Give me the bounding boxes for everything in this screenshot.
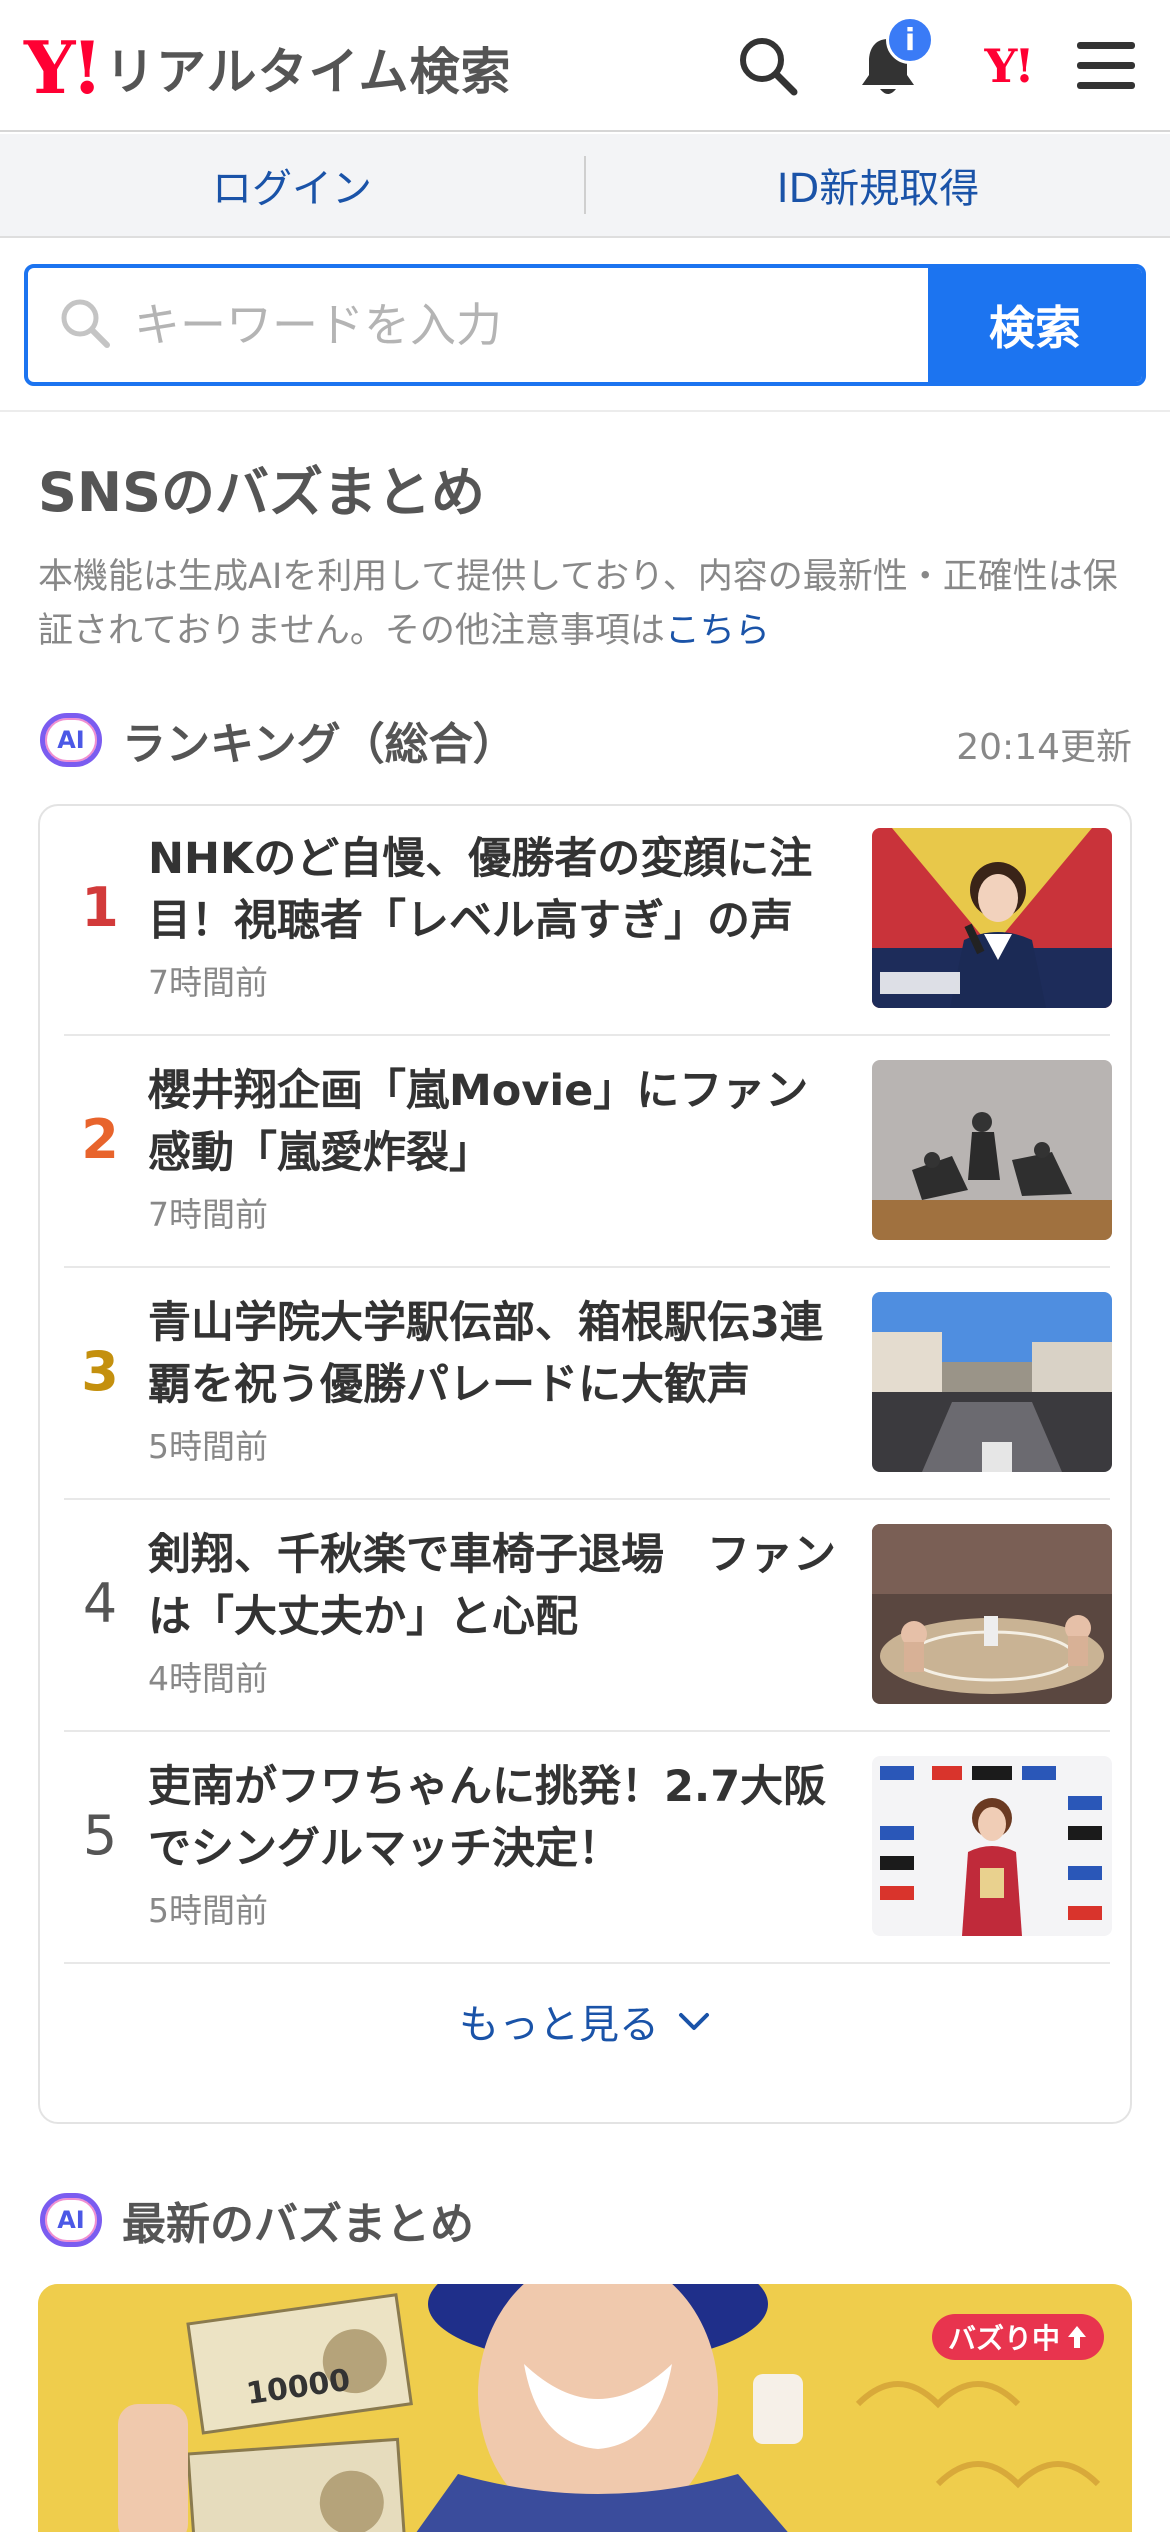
search-button[interactable]: 検索 [928,268,1142,382]
notification-badge: i [886,16,934,64]
ranking-thumbnail [872,1292,1112,1472]
ranking-thumbnail [872,1756,1112,1936]
search-form: 検索 [24,264,1146,386]
ranking-item-time: 5時間前 [148,1891,268,1930]
arrow-up-icon [1066,2324,1088,2350]
ranking-title: ランキング（総合） [122,719,517,770]
yahoo-mini-logo: Y! [984,39,1034,93]
buzz-badge: バズり中 [931,2314,1104,2360]
rank-number: 3 [81,1340,119,1403]
chevron-down-icon [677,2009,711,2033]
yahoo-realtime-logo[interactable]: Y! リアルタイム検索 [24,28,512,108]
search-input[interactable] [134,298,928,352]
ranking-item-2[interactable]: 2 櫻井翔企画「嵐Movie」にファン感動「嵐愛炸裂」 7時間前 [64,1038,1112,1268]
search-field-wrap [28,268,928,382]
ranking-item-title: 剣翔、千秋楽で車椅子退場 ファンは「大丈夫か」と心配 [148,1530,836,1642]
rank-number: 5 [82,1804,118,1867]
ranking-item-title: NHKのど自慢、優勝者の変顔に注目！視聴者「レベル高すぎ」の声 [148,834,813,946]
ranking-thumbnail [872,828,1112,1008]
app-header: Y! リアルタイム検索 i Y! [0,0,1170,132]
ranking-item-time: 5時間前 [148,1427,268,1466]
ranking-thumbnail [872,1524,1112,1704]
notice-link[interactable]: こちら [665,611,770,651]
hamburger-menu-icon[interactable] [1070,30,1142,102]
notification-bell-icon[interactable]: i [852,16,934,102]
register-link[interactable]: ID新規取得 [586,134,1170,236]
login-link[interactable]: ログイン [0,134,584,236]
login-bar: ログイン ID新規取得 [0,134,1170,238]
ranking-item-1[interactable]: 1 NHKのど自慢、優勝者の変顔に注目！視聴者「レベル高すぎ」の声 7時間前 [64,806,1112,1036]
rank-number: 2 [81,1108,119,1171]
ranking-item-3[interactable]: 3 青山学院大学駅伝部、箱根駅伝3連覇を祝う優勝パレードに大歓声 5時間前 [64,1270,1112,1500]
ranking-thumbnail [872,1060,1112,1240]
rank-number: 1 [81,876,119,939]
rank-number: 4 [82,1572,118,1635]
latest-title: 最新のバズまとめ [122,2199,474,2250]
more-label: もっと見る [459,2002,659,2048]
ai-badge-icon: AI [40,713,102,767]
ranking-item-title: 吏南がフワちゃんに挑発！2.7大阪でシングルマッチ決定！ [148,1762,827,1874]
buzz-badge-label: バズり中 [947,2322,1060,2355]
ranking-item-time: 4時間前 [148,1659,268,1698]
ranking-item-4[interactable]: 4 剣翔、千秋楽で車椅子退場 ファンは「大丈夫か」と心配 4時間前 [64,1502,1112,1732]
updated-time: 20:14更新 [956,727,1132,768]
ai-notice: 本機能は生成AIを利用して提供しており、内容の最新性・正確性は保証されておりませ… [38,550,1138,658]
search-field-icon [58,296,112,354]
ranking-header: AI ランキング（総合） [40,710,517,770]
divider [0,410,1170,412]
yahoo-logo-mark: Y! [24,25,103,110]
yahoo-home-icon[interactable]: Y! [966,30,1050,102]
ranking-item-time: 7時間前 [148,963,268,1002]
ai-badge-icon: AI [40,2193,102,2247]
search-icon[interactable] [732,30,804,102]
section-title: SNSのバズまとめ [38,461,485,524]
ranking-item-title: 櫻井翔企画「嵐Movie」にファン感動「嵐愛炸裂」 [148,1066,809,1178]
ranking-item-title: 青山学院大学駅伝部、箱根駅伝3連覇を祝う優勝パレードに大歓声 [148,1298,823,1410]
logo-title: リアルタイム検索 [105,43,512,101]
ai-notice-text: 本機能は生成AIを利用して提供しており、内容の最新性・正確性は保証されておりませ… [38,557,1118,651]
ranking-card: 1 NHKのど自慢、優勝者の変顔に注目！視聴者「レベル高すぎ」の声 7時間前 2… [38,804,1132,2124]
ranking-item-time: 7時間前 [148,1195,268,1234]
latest-buzz-card[interactable]: 10000 バズり中 [38,2284,1132,2532]
latest-header: AI 最新のバズまとめ [40,2190,474,2250]
more-button[interactable]: もっと見る [40,1992,1130,2050]
ranking-item-5[interactable]: 5 吏南がフワちゃんに挑発！2.7大阪でシングルマッチ決定！ 5時間前 [64,1734,1112,1964]
